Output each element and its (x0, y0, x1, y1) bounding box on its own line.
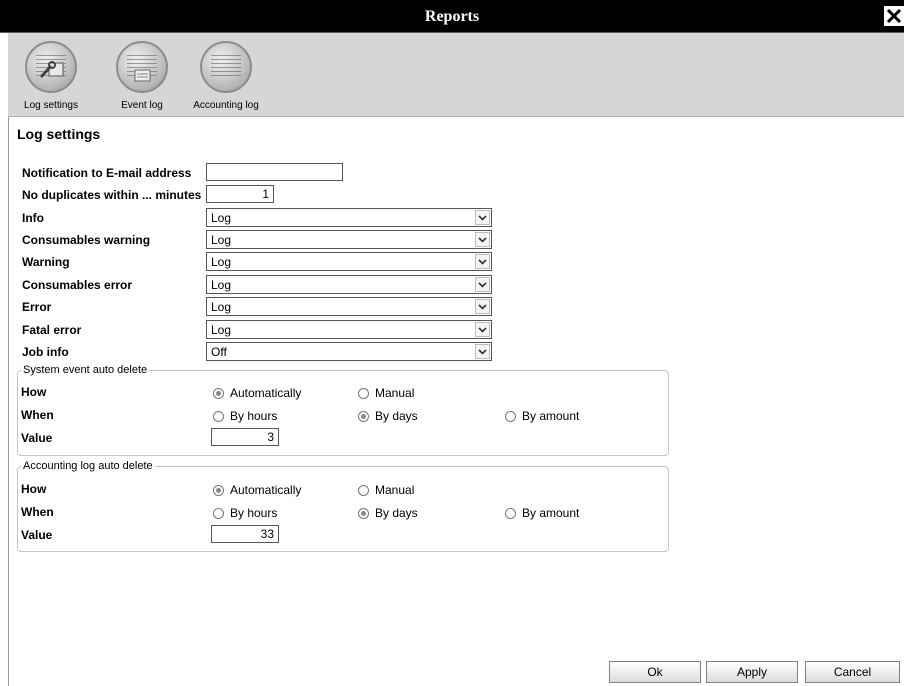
window-title: Reports (424, 8, 480, 25)
email-label: Notification to E-mail address (22, 166, 192, 180)
radio-unselected-icon (213, 410, 224, 422)
radio-by-amount[interactable]: By amount (505, 409, 579, 423)
radio-automatically[interactable]: Automatically (213, 483, 301, 497)
radio-by-hours[interactable]: By hours (213, 506, 277, 520)
radio-automatically[interactable]: Automatically (213, 386, 301, 400)
radio-label: By hours (230, 506, 278, 520)
when-label: When (21, 408, 54, 422)
job-info-label: Job info (22, 345, 69, 359)
radio-selected-icon (358, 507, 369, 519)
accounting-log-button[interactable]: Accounting log (188, 41, 264, 111)
consumables-warning-value: Log (211, 233, 232, 247)
no-duplicates-label: No duplicates within ... minutes (22, 188, 202, 202)
radio-by-days[interactable]: By days (358, 506, 418, 520)
radio-by-amount[interactable]: By amount (505, 506, 579, 520)
fatal-error-select[interactable]: Log (206, 320, 492, 339)
fatal-error-label: Fatal error (22, 323, 82, 337)
radio-label: By days (375, 409, 418, 423)
accounting-log-legend: Accounting log auto delete (21, 460, 155, 472)
when-label: When (21, 505, 54, 519)
chevron-down-icon (475, 344, 490, 359)
event-log-icon (116, 41, 168, 93)
radio-label: Automatically (230, 386, 302, 400)
chevron-down-icon (475, 277, 490, 292)
radio-unselected-icon (213, 507, 224, 519)
consumables-error-label: Consumables error (22, 278, 133, 292)
apply-button[interactable]: Apply (706, 661, 798, 683)
job-info-value: Off (211, 345, 227, 359)
no-duplicates-field[interactable] (206, 185, 274, 203)
radio-selected-icon (358, 410, 369, 422)
log-settings-icon (25, 41, 77, 93)
radio-selected-icon (213, 484, 224, 496)
warning-select[interactable]: Log (206, 252, 492, 271)
info-select[interactable]: Log (206, 208, 492, 227)
consumables-error-value: Log (211, 278, 232, 292)
radio-manual[interactable]: Manual (358, 386, 414, 400)
radio-label: Automatically (230, 483, 302, 497)
ok-button[interactable]: Ok (609, 661, 701, 683)
toolbar-label-log-settings: Log settings (24, 100, 78, 111)
how-label: How (21, 482, 47, 496)
value-label: Value (21, 528, 53, 542)
chevron-down-icon (475, 299, 490, 314)
system-event-legend: System event auto delete (21, 364, 150, 376)
chevron-down-icon (475, 322, 490, 337)
toolbar: Log settings Event log Accounting log (8, 33, 904, 117)
chevron-down-icon (475, 254, 490, 269)
toolbar-label-accounting-log: Accounting log (193, 100, 259, 111)
radio-label: By hours (230, 409, 278, 423)
radio-manual[interactable]: Manual (358, 483, 414, 497)
radio-unselected-icon (358, 387, 369, 399)
section-title: Log settings (17, 126, 101, 142)
radio-label: By amount (522, 409, 580, 423)
chevron-down-icon (475, 210, 490, 225)
consumables-error-select[interactable]: Log (206, 275, 492, 294)
job-info-select[interactable]: Off (206, 342, 492, 361)
radio-unselected-icon (505, 410, 516, 422)
info-label: Info (22, 211, 44, 225)
event-log-button[interactable]: Event log (112, 41, 172, 111)
radio-by-hours[interactable]: By hours (213, 409, 277, 423)
log-settings-panel: Log settings Notification to E-mail addr… (9, 117, 904, 686)
how-label: How (21, 385, 47, 399)
value-label: Value (21, 431, 53, 445)
chevron-down-icon (475, 232, 490, 247)
toolbar-label-event-log: Event log (121, 100, 163, 111)
error-select[interactable]: Log (206, 297, 492, 316)
warning-label: Warning (22, 255, 70, 269)
warning-value: Log (211, 255, 232, 269)
consumables-warning-select[interactable]: Log (206, 230, 492, 249)
info-value: Log (211, 211, 232, 225)
accounting-value-field[interactable] (211, 525, 279, 543)
radio-selected-icon (213, 387, 224, 399)
radio-label: By amount (522, 506, 580, 520)
error-label: Error (22, 300, 52, 314)
radio-unselected-icon (505, 507, 516, 519)
system-value-field[interactable] (211, 428, 279, 446)
radio-label: Manual (375, 386, 415, 400)
radio-label: By days (375, 506, 418, 520)
error-value: Log (211, 300, 232, 314)
fatal-error-value: Log (211, 323, 232, 337)
radio-by-days[interactable]: By days (358, 409, 418, 423)
radio-label: Manual (375, 483, 415, 497)
title-bar: Reports (0, 0, 904, 33)
email-field[interactable] (206, 163, 343, 181)
radio-unselected-icon (358, 484, 369, 496)
system-event-auto-delete-group: System event auto delete How Automatical… (17, 364, 669, 456)
close-icon[interactable] (884, 6, 904, 26)
accounting-log-auto-delete-group: Accounting log auto delete How Automatic… (17, 460, 669, 552)
log-settings-button[interactable]: Log settings (18, 41, 84, 111)
accounting-log-icon (200, 41, 252, 93)
consumables-warning-label: Consumables warning (22, 233, 151, 247)
cancel-button[interactable]: Cancel (805, 661, 900, 683)
